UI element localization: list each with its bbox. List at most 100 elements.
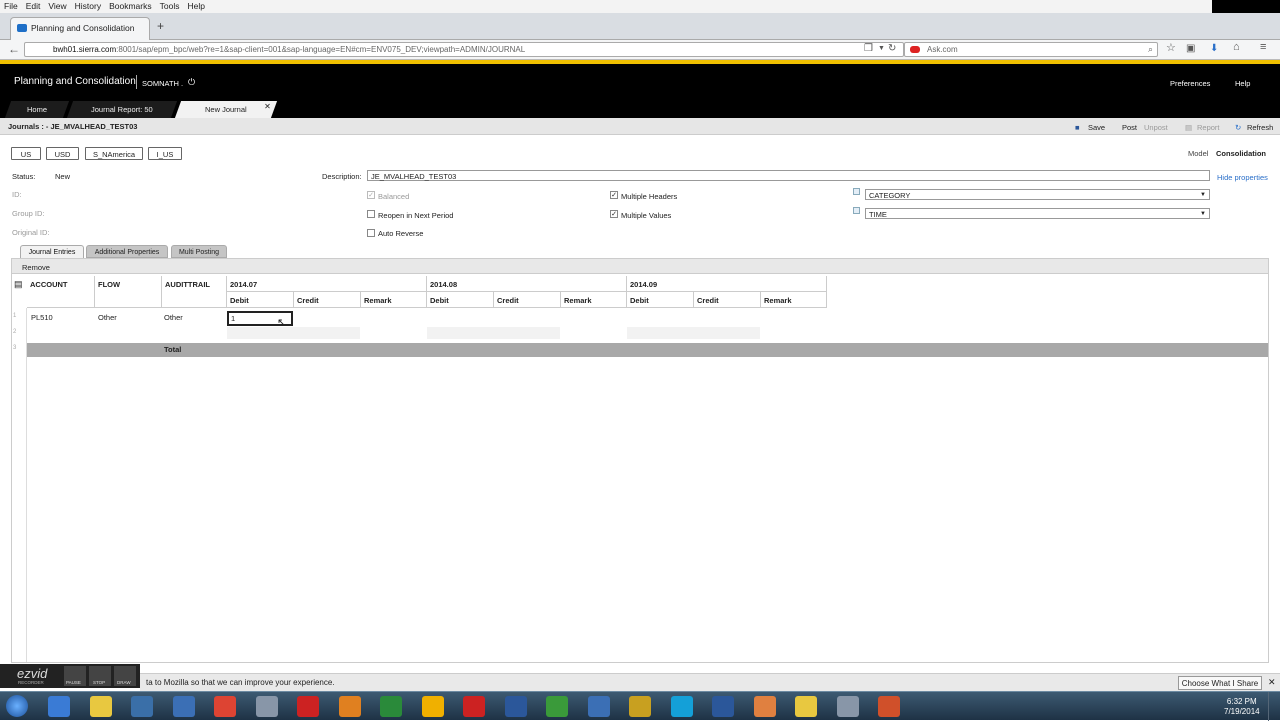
subheader-remark: Remark	[761, 292, 827, 308]
report-icon[interactable]: ▤	[1185, 123, 1192, 132]
taskbar-app-icon[interactable]	[48, 696, 70, 717]
tab-journal-entries[interactable]: Journal Entries	[20, 245, 84, 258]
taskbar-app-icon[interactable]	[504, 696, 527, 717]
cell-audittrail[interactable]: Other	[164, 313, 183, 322]
taskbar-app-icon[interactable]	[712, 696, 734, 717]
download-icon[interactable]: ⬇	[1210, 43, 1218, 54]
refresh-icon[interactable]: ↻	[1235, 123, 1241, 132]
tab-multi-posting[interactable]: Multi Posting	[171, 245, 227, 258]
back-icon[interactable]: ←	[8, 42, 20, 56]
taskbar-app-icon[interactable]	[380, 696, 402, 717]
unpost-button[interactable]: Unpost	[1144, 123, 1168, 132]
menu-file[interactable]: File	[0, 0, 22, 13]
clipboard-icon[interactable]: ▣	[1186, 43, 1195, 54]
taskbar-app-icon[interactable]	[463, 696, 485, 717]
grid-toolbar: Remove	[12, 259, 1268, 274]
period-header-2014-08: 2014.08	[427, 276, 627, 292]
logoff-icon[interactable]: ⏻	[188, 77, 195, 88]
hamburger-menu-icon[interactable]: ≡	[1260, 41, 1266, 53]
subheader-remark: Remark	[561, 292, 627, 308]
menu-history[interactable]: History	[71, 0, 105, 13]
tab-journal-report[interactable]: Journal Report: 50	[66, 101, 178, 118]
taskbar-app-icon[interactable]	[421, 696, 444, 717]
taskbar-app-icon[interactable]	[546, 696, 568, 717]
menu-tools[interactable]: Tools	[156, 0, 184, 13]
save-icon[interactable]: ■	[1075, 123, 1080, 132]
reader-icon[interactable]: ❒	[864, 43, 873, 54]
url-bar[interactable]: bwh01.sierra.com:8001/sap/epm_bpc/web?re…	[24, 42, 904, 57]
menu-view[interactable]: View	[44, 0, 70, 13]
hide-properties-link[interactable]: Hide properties	[1217, 173, 1268, 182]
close-notification-icon[interactable]: ✕	[1268, 677, 1276, 688]
refresh-button[interactable]: Refresh	[1247, 123, 1273, 132]
context-chip-interco[interactable]: I_US	[148, 147, 182, 160]
post-button[interactable]: Post	[1122, 123, 1137, 132]
multiple-headers-checkbox[interactable]: ✓	[610, 191, 618, 199]
taskbar-app-icon[interactable]	[753, 696, 776, 717]
taskbar-app-icon[interactable]	[214, 696, 236, 717]
row-number: 1	[13, 313, 17, 319]
col-header-account[interactable]: ACCOUNT	[27, 276, 95, 308]
bookmark-star-icon[interactable]: ☆	[1166, 41, 1176, 54]
taskbar-app-icon[interactable]	[131, 696, 153, 717]
subheader-debit: Debit	[427, 292, 494, 308]
report-button[interactable]: Report	[1197, 123, 1220, 132]
notification-message: ta to Mozilla so that we can improve you…	[146, 678, 335, 687]
search-bar[interactable]: Ask.com ⌕	[904, 42, 1158, 57]
col-header-audittrail[interactable]: AUDITTRAIL	[162, 276, 227, 308]
menu-help[interactable]: Help	[183, 0, 208, 13]
pause-button[interactable]: PAUSE	[64, 666, 86, 686]
multiple-values-checkbox[interactable]: ✓	[610, 210, 618, 218]
tab-home[interactable]: Home	[4, 101, 70, 118]
tab-new-journal[interactable]: New Journal ✕	[174, 101, 278, 118]
taskbar-app-icon[interactable]	[172, 696, 195, 717]
taskbar-app-icon[interactable]	[297, 696, 319, 717]
row-shade	[627, 327, 760, 339]
auto-reverse-checkbox[interactable]	[367, 229, 375, 237]
taskbar-app-icon[interactable]	[836, 696, 859, 717]
remove-button[interactable]: Remove	[22, 263, 50, 272]
dropdown-icon[interactable]: ▼	[878, 45, 885, 52]
stop-button[interactable]: STOP	[89, 666, 111, 686]
home-icon[interactable]: ⌂	[1233, 41, 1240, 53]
reload-icon[interactable]: ↻	[888, 43, 896, 54]
menu-bookmarks[interactable]: Bookmarks	[105, 0, 156, 13]
dimension-icon	[853, 188, 860, 195]
taskbar-app-icon[interactable]	[255, 696, 278, 717]
category-select[interactable]: CATEGORY ▼	[865, 189, 1210, 200]
save-button[interactable]: Save	[1088, 123, 1105, 132]
system-clock[interactable]: 6:32 PM 7/19/2014	[1224, 697, 1260, 717]
new-tab-icon[interactable]: +	[157, 19, 164, 33]
taskbar-app-icon[interactable]	[795, 696, 817, 717]
show-desktop-button[interactable]	[1268, 692, 1280, 721]
grid-settings-icon[interactable]: ▤	[14, 279, 23, 290]
time-select[interactable]: TIME ▼	[865, 208, 1210, 219]
taskbar-app-icon[interactable]	[878, 696, 900, 717]
draw-button[interactable]: DRAW	[114, 666, 136, 686]
taskbar-app-icon[interactable]	[89, 696, 112, 717]
user-name[interactable]: SOMNATH .	[142, 79, 183, 88]
context-chip-currency[interactable]: USD	[46, 147, 79, 160]
menu-edit[interactable]: Edit	[22, 0, 45, 13]
help-link[interactable]: Help	[1235, 79, 1250, 88]
taskbar-app-icon[interactable]	[670, 696, 693, 717]
taskbar-app-icon[interactable]	[587, 696, 610, 717]
reopen-checkbox[interactable]	[367, 210, 375, 218]
cell-account[interactable]: PL510	[31, 313, 53, 322]
taskbar-app-icon[interactable]	[338, 696, 361, 717]
context-chip-region[interactable]: S_NAmerica	[85, 147, 143, 160]
tab-additional-properties[interactable]: Additional Properties	[86, 245, 168, 258]
description-input[interactable]: JE_MVALHEAD_TEST03	[367, 170, 1210, 181]
choose-what-i-share-button[interactable]: Choose What I Share	[1178, 676, 1262, 690]
journal-toolbar: Journals : - JE_MVALHEAD_TEST03 ■ Save P…	[0, 118, 1280, 135]
close-tab-icon[interactable]: ✕	[264, 102, 271, 111]
browser-tab[interactable]: Planning and Consolidation	[10, 17, 150, 40]
search-magnifier-icon[interactable]: ⌕	[1148, 44, 1153, 55]
preferences-link[interactable]: Preferences	[1170, 79, 1210, 88]
context-chip-entity[interactable]: US	[11, 147, 41, 160]
subheader-credit: Credit	[494, 292, 561, 308]
start-button[interactable]	[6, 695, 28, 717]
col-header-flow[interactable]: FLOW	[95, 276, 162, 308]
cell-flow[interactable]: Other	[98, 313, 117, 322]
taskbar-app-icon[interactable]	[629, 696, 651, 717]
